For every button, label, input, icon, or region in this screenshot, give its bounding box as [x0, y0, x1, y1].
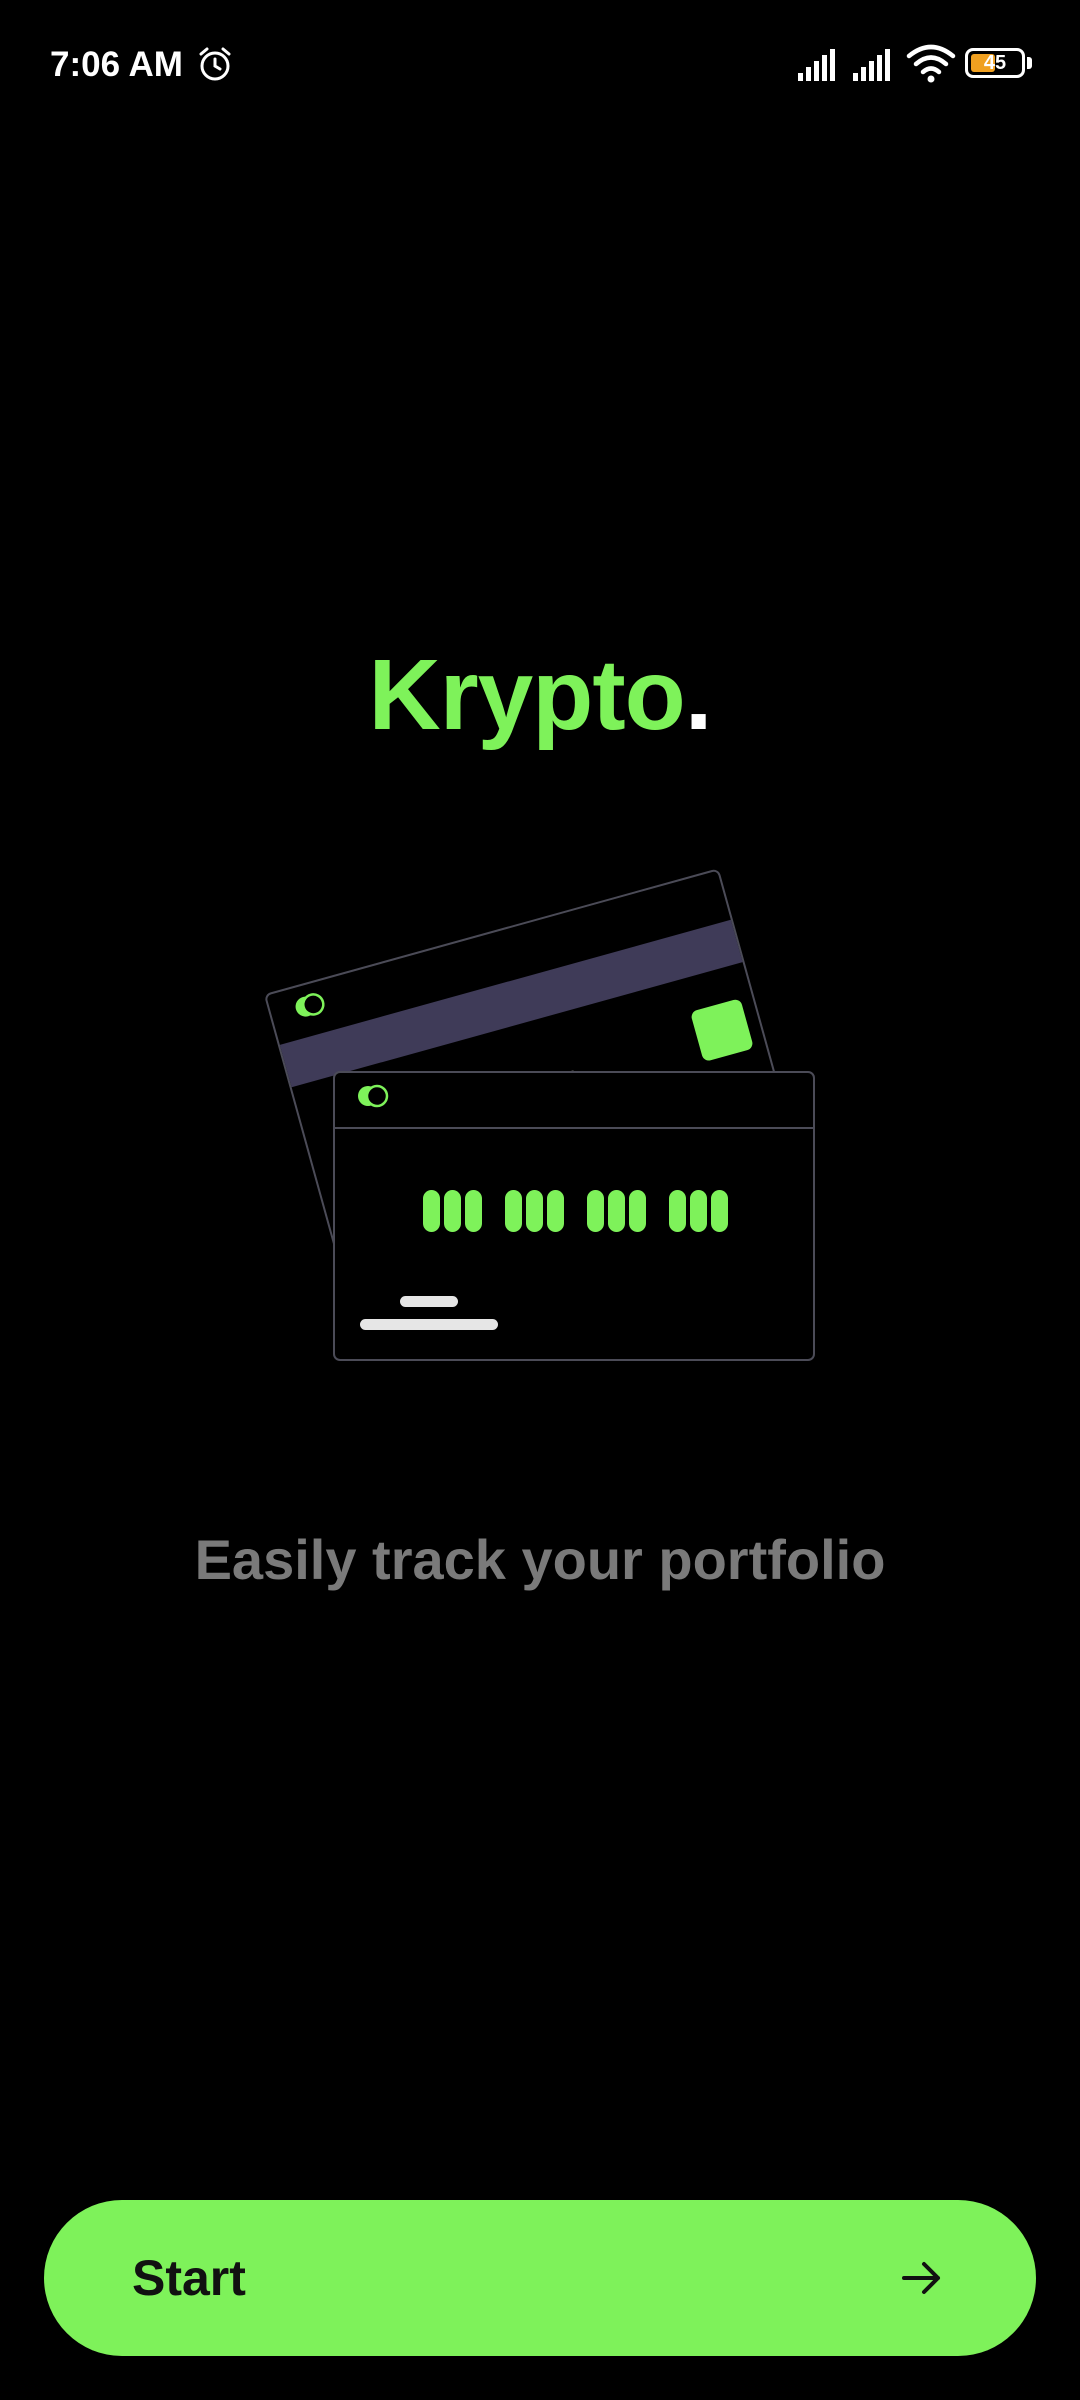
battery-icon: 45 — [965, 48, 1033, 80]
arrow-right-icon — [902, 2262, 940, 2294]
alarm-icon — [199, 47, 231, 81]
signal-icon — [853, 49, 890, 81]
start-button[interactable]: Start — [44, 2200, 1036, 2356]
brand-name: Krypto — [368, 639, 685, 751]
credit-cards-illustration — [265, 869, 815, 1361]
signal-icon — [798, 49, 835, 81]
status-bar: 7:06 AM 45 — [0, 0, 1080, 130]
start-button-label: Start — [132, 2250, 246, 2306]
battery-tip — [1027, 57, 1032, 69]
status-time: 7:06 AM — [50, 45, 183, 84]
battery-level: 45 — [983, 52, 1007, 74]
brand-dot: . — [684, 639, 713, 751]
front-card — [333, 1071, 815, 1361]
brand-logo: Krypto. — [0, 630, 1080, 760]
tagline: Easily track your portfolio — [194, 1528, 886, 1591]
wifi-icon — [906, 44, 956, 83]
